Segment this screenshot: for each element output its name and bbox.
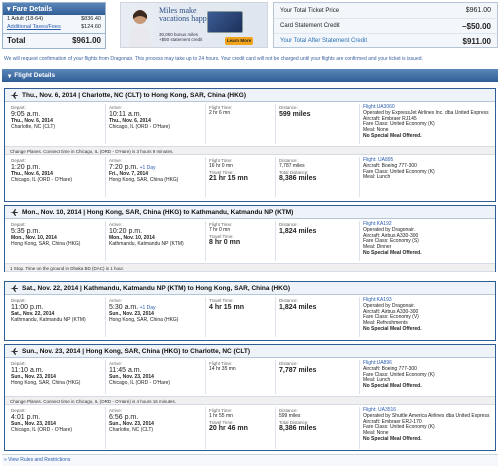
connection-info: Change Planes. Connect time in Chicago, … xyxy=(5,396,495,405)
airplane-icon xyxy=(10,347,18,355)
section-title: Thu., Nov. 6, 2014 | Charlotte, NC (CLT)… xyxy=(5,89,495,102)
fare-row-adult: 1 Adult (18-64) $836.40 xyxy=(7,16,101,22)
person-image xyxy=(129,10,151,47)
footer-bar xyxy=(2,454,498,466)
fare-total: Total $961.00 xyxy=(3,33,105,47)
airplane-icon xyxy=(10,208,18,216)
section-title: Mon., Nov. 10, 2014 | Hong Kong, SAR, Ch… xyxy=(5,206,495,219)
flight-leg: Depart: 1:20 p.m. Thu., Nov. 6, 2014 Chicag… xyxy=(5,155,495,199)
flight-section: Thu., Nov. 6, 2014 | Charlotte, NC (CLT)… xyxy=(4,88,496,202)
collapse-arrow-icon[interactable]: ▾ xyxy=(8,72,11,80)
confirmation-notice: We will request confirmation of your fli… xyxy=(4,56,423,62)
credit-card-ad[interactable]: Miles make vacations happen. 30,000 bonu… xyxy=(120,2,268,48)
flight-leg: Depart: 11:10 a.m. Sun., Nov. 23, 2014 Hong… xyxy=(5,358,495,396)
section-title: Sat., Nov. 22, 2014 | Kathmandu, Katmand… xyxy=(5,282,495,295)
flight-leg: Depart: 9:05 a.m. Thu., Nov. 6, 2014 Charlo… xyxy=(5,102,495,146)
flight-section: Sun., Nov. 23, 2014 | Hong Kong, SAR, Ch… xyxy=(4,344,496,451)
price-summary: Your Total Ticket Price $961.00 Card Sta… xyxy=(273,2,498,48)
flight-section: Sat., Nov. 22, 2014 | Kathmandu, Katmand… xyxy=(4,281,496,341)
flight-section: Mon., Nov. 10, 2014 | Hong Kong, SAR, Ch… xyxy=(4,205,496,272)
airplane-icon xyxy=(10,91,18,99)
fare-row-taxes: Additional Taxes/Fees $124.60 xyxy=(7,24,101,30)
summary-row-total: Your Total Ticket Price $961.00 xyxy=(280,7,491,14)
taxes-fees-link[interactable]: Additional Taxes/Fees xyxy=(7,24,61,30)
fare-details-panel: ▾ Fare Details 1 Adult (18-64) $836.40 A… xyxy=(2,2,106,49)
ad-bonus: 30,000 bonus miles +$50 statement credit xyxy=(159,32,203,42)
flight-leg: Depart: 4:01 p.m. Sun., Nov. 23, 2014 Chica… xyxy=(5,405,495,451)
collapse-arrow-icon[interactable]: ▾ xyxy=(7,5,11,13)
learn-more-button[interactable]: Learn More xyxy=(225,37,253,45)
flight-leg: Depart: 11:00 p.m. Sat., Nov. 22, 2014 Kath… xyxy=(5,295,495,339)
flight-leg: Depart: 5:35 p.m. Mon., Nov. 10, 2014 Hong … xyxy=(5,219,495,263)
connection-info: 1 Stop. Time on the ground in Dhaka BD (… xyxy=(5,263,495,272)
summary-row-credit: Card Statement Credit –$50.00 xyxy=(274,18,497,33)
view-rules-link[interactable]: » View Rules and Restrictions xyxy=(4,457,70,463)
section-title: Sun., Nov. 23, 2014 | Hong Kong, SAR, Ch… xyxy=(5,345,495,358)
fare-details-header[interactable]: ▾ Fare Details xyxy=(3,3,105,15)
flight-details-header[interactable]: ▾ Flight Details xyxy=(2,69,498,82)
flight-details-title: Flight Details xyxy=(14,72,56,79)
fare-details-title: Fare Details xyxy=(12,5,53,13)
summary-row-after-credit: Your Total After Statement Credit $911.0… xyxy=(274,33,497,48)
airplane-icon xyxy=(10,284,18,292)
credit-card-image xyxy=(207,11,243,33)
connection-info: Change Planes. Connect time in Chicago, … xyxy=(5,146,495,155)
